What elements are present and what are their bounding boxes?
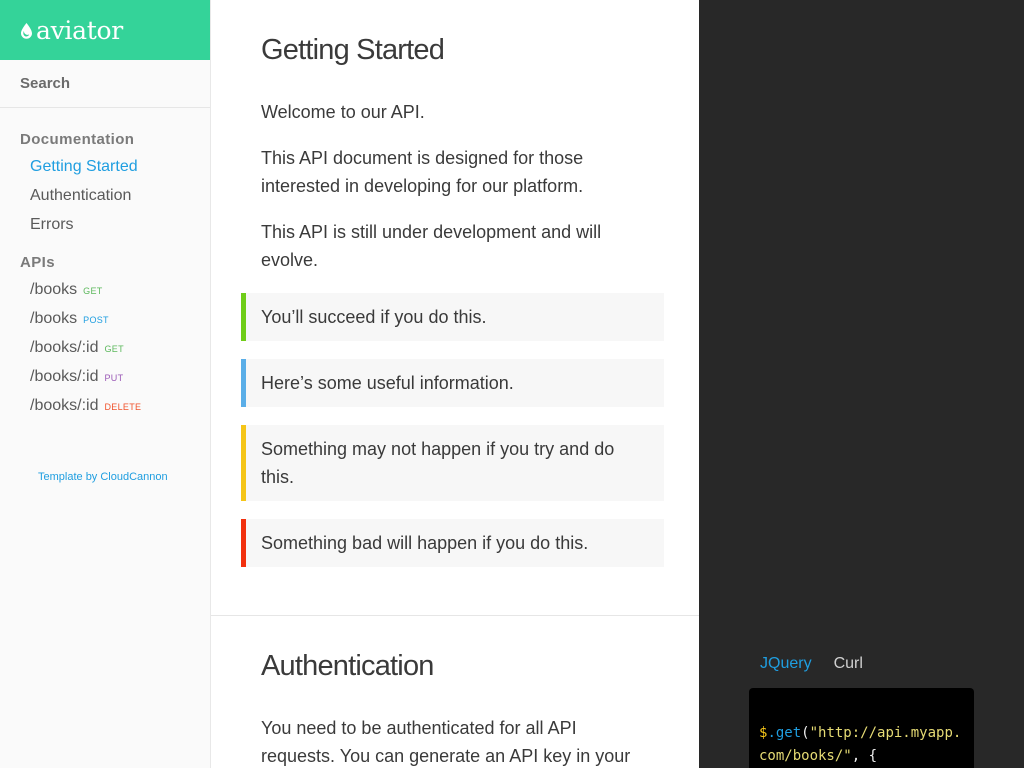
code-token: (: [801, 725, 810, 741]
nav-heading-documentation: Documentation: [20, 131, 135, 148]
code-token: , {: [851, 748, 878, 764]
intro-paragraph: Welcome to our API.: [261, 102, 425, 122]
logo-text: aviator: [36, 15, 123, 45]
tab-jquery[interactable]: JQuery: [760, 655, 812, 673]
method-badge: GET: [104, 344, 124, 354]
section-divider: [211, 615, 699, 616]
code-panel: JQuery Curl $.get("http://api.myapp.com/…: [699, 0, 1024, 768]
sidebar-item-books-get[interactable]: /books GET: [0, 275, 210, 304]
main-content: Getting Started Welcome to our API. This…: [211, 0, 699, 768]
tab-curl[interactable]: Curl: [834, 655, 863, 673]
sidebar-item-books-post[interactable]: /books POST: [0, 304, 210, 333]
method-badge: PUT: [104, 373, 124, 383]
method-badge: GET: [83, 286, 103, 296]
sidebar-item-book-get[interactable]: /books/:id GET: [0, 333, 210, 362]
info-callout: Here’s some useful information.: [241, 359, 664, 407]
success-callout: You’ll succeed if you do this.: [241, 293, 664, 341]
code-block: $.get("http://api.myapp.com/books/", {: [749, 688, 974, 768]
sidebar-nav: Documentation Getting Started Authentica…: [0, 108, 210, 420]
sidebar-item-book-delete[interactable]: /books/:id DELETE: [0, 391, 210, 420]
sidebar-item-book-put[interactable]: /books/:id PUT: [0, 362, 210, 391]
sidebar-item-authentication[interactable]: Authentication: [0, 181, 210, 210]
code-tabs: JQuery Curl: [760, 655, 863, 673]
cloudcannon-credit-link[interactable]: Template by CloudCannon: [38, 471, 168, 483]
sidebar-item-label: Authentication: [30, 187, 132, 204]
sidebar-item-label: Errors: [30, 216, 74, 233]
endpoint-path: /books/:id: [30, 397, 99, 414]
intro-paragraph: This API document is designed for those …: [261, 148, 584, 196]
nav-heading-apis: APIs: [20, 254, 55, 271]
danger-callout: Something bad will happen if you do this…: [241, 519, 664, 567]
sidebar-item-errors[interactable]: Errors: [0, 210, 210, 239]
endpoint-path: /books/:id: [30, 339, 99, 356]
page-title: Getting Started: [261, 34, 445, 66]
code-token: .get: [767, 725, 802, 741]
logo-bar[interactable]: aviator: [0, 0, 210, 60]
sidebar: aviator Search Documentation Getting Sta…: [0, 0, 211, 768]
sidebar-item-label: Getting Started: [30, 158, 138, 175]
method-badge: DELETE: [104, 402, 142, 412]
search-input[interactable]: Search: [0, 60, 210, 108]
authentication-paragraph: You need to be authenticated for all API…: [261, 718, 631, 766]
intro-paragraph: This API is still under development and …: [261, 222, 602, 270]
endpoint-path: /books/:id: [30, 368, 99, 385]
sidebar-item-getting-started[interactable]: Getting Started: [0, 152, 210, 181]
endpoint-path: /books: [30, 281, 78, 298]
drop-logo-icon: [21, 23, 32, 39]
section-title-authentication: Authentication: [261, 650, 434, 682]
method-badge: POST: [83, 315, 109, 325]
endpoint-path: /books: [30, 310, 78, 327]
warning-callout: Something may not happen if you try and …: [241, 425, 664, 501]
